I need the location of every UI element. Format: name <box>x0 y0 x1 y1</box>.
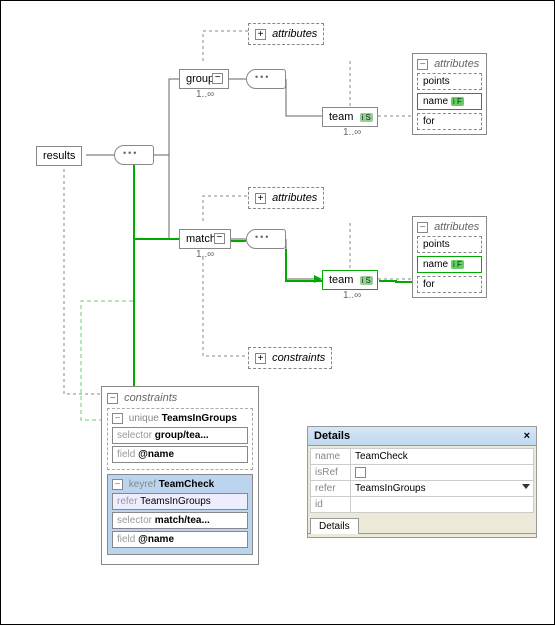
prop-value-isref[interactable] <box>351 465 534 481</box>
attributes-collapsed-group[interactable]: + attributes <box>248 23 324 45</box>
details-row-isref: isRef <box>311 465 534 481</box>
sequence-match[interactable] <box>246 229 286 249</box>
panel-title: attributes <box>434 221 479 233</box>
node-team-group[interactable]: team i S <box>322 107 378 127</box>
plus-icon: + <box>255 353 266 364</box>
details-title: Details <box>314 430 350 442</box>
attributes-panel-match-team: − attributes points namei F for <box>412 216 487 298</box>
constraint-field-row[interactable]: field @name <box>112 446 248 463</box>
constraint-selector-row[interactable]: selector match/tea... <box>112 512 248 529</box>
constraint-kind: unique <box>129 413 159 424</box>
plus-icon: + <box>255 29 266 40</box>
cardinality-team1: 1..∞ <box>343 127 361 138</box>
constraint-kind: keyref <box>129 479 156 490</box>
minus-icon: − <box>112 479 123 490</box>
node-label: team <box>329 111 353 123</box>
attr-for[interactable]: for <box>417 276 482 293</box>
constraint-keyref[interactable]: − keyref TeamCheck refer TeamsInGroups s… <box>107 474 253 555</box>
attr-for[interactable]: for <box>417 113 482 130</box>
constraints-label: constraints <box>272 352 325 364</box>
details-row-refer: refer TeamsInGroups <box>311 481 534 497</box>
details-row-id: id <box>311 497 534 513</box>
node-team-match[interactable]: team i S <box>322 270 378 290</box>
attributes-collapsed-match[interactable]: + attributes <box>248 187 324 209</box>
expand-toggle[interactable]: − <box>214 233 225 244</box>
badge-is: i S <box>360 113 373 122</box>
panel-title: attributes <box>434 58 479 70</box>
constraints-title: constraints <box>124 392 177 404</box>
sequence-root[interactable] <box>114 145 154 165</box>
details-tab[interactable]: Details <box>310 518 359 534</box>
attr-points[interactable]: points <box>417 73 482 90</box>
prop-label: name <box>311 449 351 465</box>
attributes-label: attributes <box>272 192 317 204</box>
diagram-canvas: results group − 1..∞ + attributes team i… <box>0 0 555 625</box>
node-match[interactable]: match − <box>179 229 231 249</box>
plus-icon: + <box>255 193 266 204</box>
expand-toggle[interactable]: − <box>212 73 223 84</box>
cardinality-team2: 1..∞ <box>343 290 361 301</box>
details-grid: name TeamCheck isRef refer TeamsInGroups… <box>310 448 534 513</box>
prop-value-refer[interactable]: TeamsInGroups <box>351 481 534 497</box>
minus-icon[interactable]: − <box>417 222 428 233</box>
constraints-panel: − constraints − unique TeamsInGroups sel… <box>101 386 259 565</box>
attr-points[interactable]: points <box>417 236 482 253</box>
minus-icon: − <box>112 413 123 424</box>
badge-is: i S <box>360 276 373 285</box>
constraints-collapsed-match[interactable]: + constraints <box>248 347 332 369</box>
minus-icon[interactable]: − <box>417 59 428 70</box>
attr-name[interactable]: namei F <box>417 256 482 273</box>
constraint-name: TeamsInGroups <box>162 413 237 424</box>
node-group[interactable]: group − <box>179 69 229 89</box>
close-icon[interactable]: × <box>524 430 530 442</box>
details-row-name: name TeamCheck <box>311 449 534 465</box>
attributes-label: attributes <box>272 28 317 40</box>
badge-if: i F <box>451 260 464 269</box>
constraint-name: TeamCheck <box>159 479 214 490</box>
badge-if: i F <box>451 97 464 106</box>
prop-value-name[interactable]: TeamCheck <box>351 449 534 465</box>
constraint-unique[interactable]: − unique TeamsInGroups selector group/te… <box>107 408 253 470</box>
attr-name[interactable]: namei F <box>417 93 482 110</box>
prop-value-id[interactable] <box>351 497 534 513</box>
details-header: Details × <box>308 427 536 446</box>
details-panel: Details × name TeamCheck isRef refer Tea… <box>307 426 537 538</box>
node-results[interactable]: results <box>36 146 82 166</box>
node-label: results <box>43 150 75 162</box>
checkbox-isref[interactable] <box>355 467 366 478</box>
node-label: group <box>186 73 214 85</box>
prop-label: refer <box>311 481 351 497</box>
cardinality-group: 1..∞ <box>196 89 214 100</box>
constraint-selector-row[interactable]: selector group/tea... <box>112 427 248 444</box>
chevron-down-icon[interactable] <box>522 484 530 489</box>
cardinality-match: 1..∞ <box>196 249 214 260</box>
constraint-field-row[interactable]: field @name <box>112 531 248 548</box>
node-label: match <box>186 233 216 245</box>
node-label: team <box>329 274 353 286</box>
attributes-panel-group-team: − attributes points namei F for <box>412 53 487 135</box>
prop-label: isRef <box>311 465 351 481</box>
minus-icon[interactable]: − <box>107 393 118 404</box>
constraint-refer-row[interactable]: refer TeamsInGroups <box>112 493 248 510</box>
sequence-group[interactable] <box>246 69 286 89</box>
prop-label: id <box>311 497 351 513</box>
